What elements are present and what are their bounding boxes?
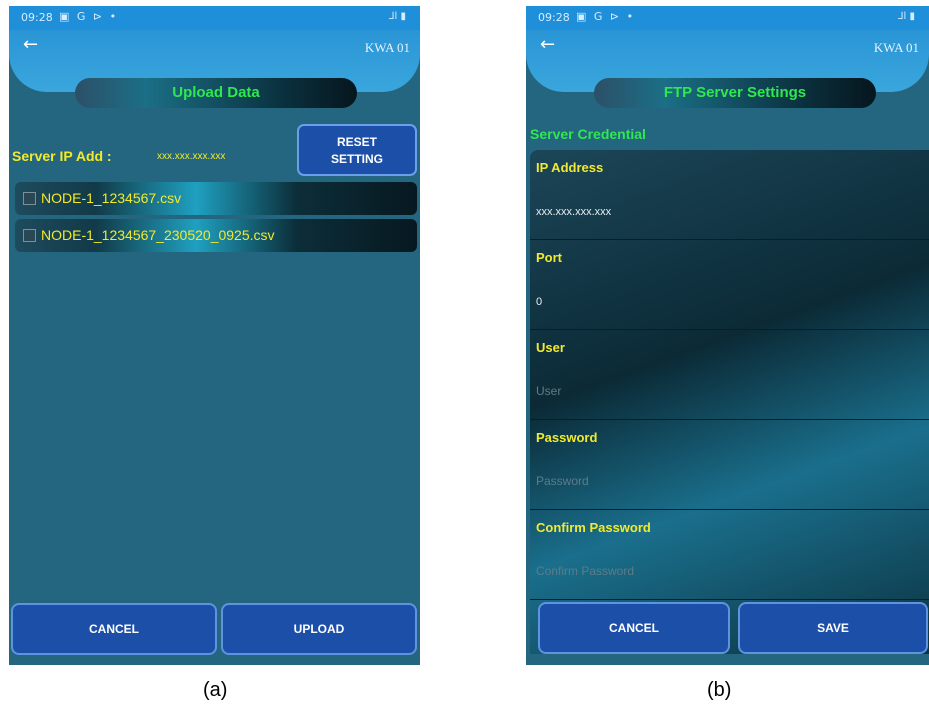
ftp-settings-screen: 09:28 ▣ G ⊳ • ⅃l ▮ ← KWA 01 FTP Server S…: [526, 6, 929, 665]
reset-setting-button[interactable]: RESET SETTING: [297, 124, 417, 176]
file-name: NODE-1_1234567_230520_0925.csv: [41, 227, 275, 243]
figure-caption-a: (a): [203, 679, 228, 701]
file-checkbox[interactable]: [23, 229, 36, 242]
save-button[interactable]: SAVE: [738, 602, 928, 654]
ip-address-group: IP Address xxx.xxx.xxx.xxx: [530, 150, 929, 240]
cancel-button[interactable]: CANCEL: [11, 603, 217, 655]
port-input[interactable]: 0: [536, 296, 542, 308]
ip-address-label: IP Address: [536, 160, 604, 175]
password-input[interactable]: Password: [536, 474, 589, 488]
device-id: KWA 01: [364, 40, 410, 55]
status-time: 09:28: [538, 11, 570, 24]
file-list-item[interactable]: NODE-1_1234567_230520_0925.csv: [15, 219, 417, 252]
figure-caption-b: (b): [707, 679, 732, 701]
ip-address-input[interactable]: xxx.xxx.xxx.xxx: [536, 206, 611, 218]
device-id: KWA 01: [873, 40, 919, 55]
user-label: User: [536, 340, 565, 355]
server-ip-value: xxx.xxx.xxx.xxx: [157, 151, 226, 162]
reset-button-line2: SETTING: [330, 152, 383, 166]
status-bar: 09:28 ▣ G ⊳ • ⅃l ▮: [526, 6, 929, 30]
user-input[interactable]: User: [536, 384, 561, 398]
page-title: Upload Data: [75, 78, 357, 108]
notification-icons: ▣ G ⊳ •: [576, 10, 636, 23]
port-group: Port 0: [530, 240, 929, 330]
upload-data-screen: 09:28 ▣ G ⊳ • ⅃l ▮ ← KWA 01 Upload Data …: [9, 6, 420, 665]
back-arrow-icon[interactable]: ←: [23, 34, 38, 55]
upload-button[interactable]: UPLOAD: [221, 603, 417, 655]
page-title: FTP Server Settings: [594, 78, 876, 108]
notification-icons: ▣ G ⊳ •: [59, 10, 119, 23]
credentials-form: IP Address xxx.xxx.xxx.xxx Port 0 User U…: [530, 150, 929, 654]
confirm-password-group: Confirm Password Confirm Password: [530, 510, 929, 600]
user-group: User User: [530, 330, 929, 420]
file-checkbox[interactable]: [23, 192, 36, 205]
confirm-password-input[interactable]: Confirm Password: [536, 564, 634, 578]
signal-battery-icon: ⅃l ▮: [388, 11, 406, 22]
cancel-button[interactable]: CANCEL: [538, 602, 730, 654]
server-ip-label: Server IP Add :: [12, 148, 112, 164]
password-group: Password Password: [530, 420, 929, 510]
file-list-item[interactable]: NODE-1_1234567.csv: [15, 182, 417, 215]
password-label: Password: [536, 430, 598, 445]
server-credential-heading: Server Credential: [530, 126, 646, 142]
confirm-password-label: Confirm Password: [536, 520, 651, 535]
status-bar: 09:28 ▣ G ⊳ • ⅃l ▮: [9, 6, 420, 30]
file-list: NODE-1_1234567.csv NODE-1_1234567_230520…: [15, 182, 417, 256]
reset-button-line1: RESET: [336, 135, 377, 149]
status-time: 09:28: [21, 11, 53, 24]
file-name: NODE-1_1234567.csv: [41, 190, 182, 206]
back-arrow-icon[interactable]: ←: [540, 34, 555, 55]
port-label: Port: [536, 250, 562, 265]
signal-battery-icon: ⅃l ▮: [897, 11, 915, 22]
